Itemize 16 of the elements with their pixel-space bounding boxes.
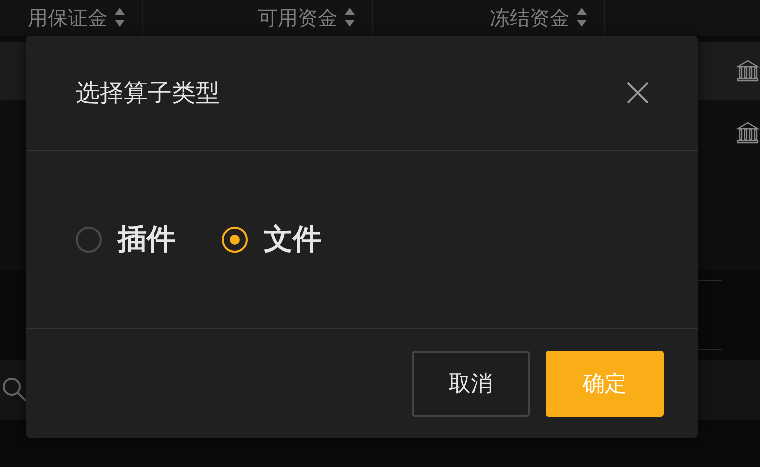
radio-button[interactable] <box>76 226 102 252</box>
close-icon[interactable] <box>626 81 650 105</box>
cancel-button[interactable]: 取消 <box>412 351 530 417</box>
option-label[interactable]: 插件 <box>118 220 176 260</box>
sort-icon[interactable] <box>344 7 356 29</box>
column-header: 冻结资金 <box>490 4 570 32</box>
sort-icon[interactable] <box>114 7 126 29</box>
sort-icon[interactable] <box>576 7 588 29</box>
radio-button[interactable] <box>222 226 248 252</box>
bank-icon <box>736 60 760 82</box>
option-label[interactable]: 文件 <box>264 220 322 260</box>
column-header: 用保证金 <box>28 4 108 32</box>
column-header: 可用资金 <box>258 4 338 32</box>
bank-icon <box>736 122 760 144</box>
search-icon[interactable] <box>2 377 28 403</box>
dialog-title: 选择算子类型 <box>76 78 220 109</box>
